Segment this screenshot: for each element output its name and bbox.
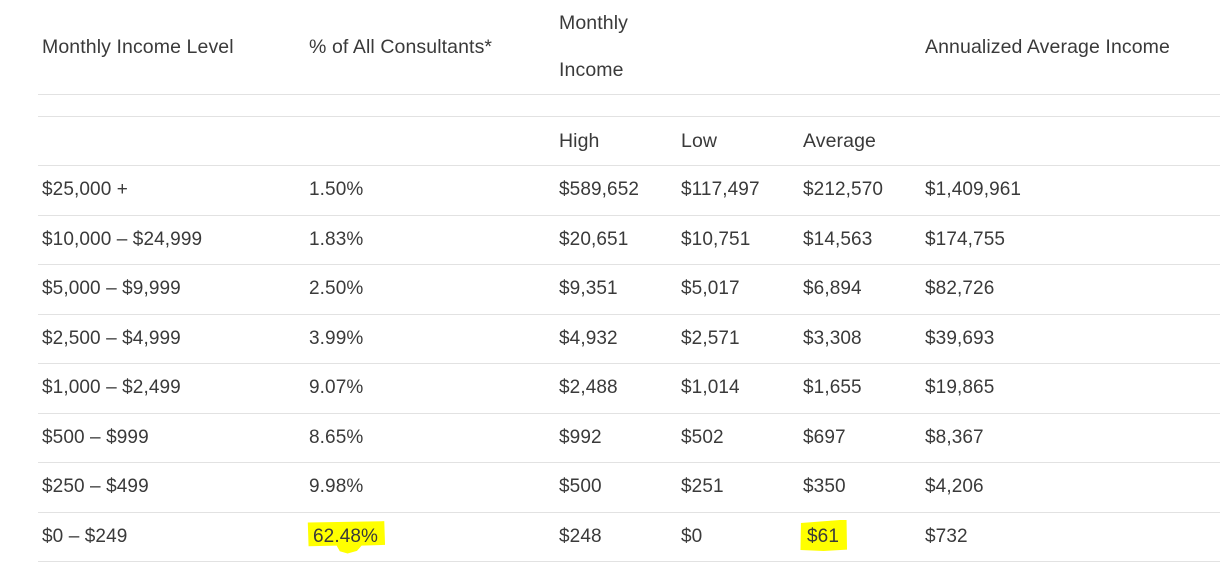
cell-annualized: $174,755 (921, 215, 1220, 265)
cell-percent: 3.99% (305, 314, 555, 364)
income-table-container: Monthly Income Level % of All Consultant… (38, 0, 1220, 562)
subheader-high: High (555, 116, 677, 166)
highlight-mark-percent: 62.48% (307, 521, 386, 554)
spacer-cell-6 (921, 94, 1220, 117)
table-row: $5,000 – $9,999 2.50% $9,351 $5,017 $6,8… (38, 264, 1220, 315)
table-row: $2,500 – $4,999 3.99% $4,932 $2,571 $3,3… (38, 314, 1220, 364)
cell-low: $502 (677, 413, 799, 463)
cell-percent: 1.83% (305, 215, 555, 265)
cell-income-level: $10,000 – $24,999 (38, 215, 305, 265)
header-monthly-income-spacer-2 (799, 0, 921, 95)
cell-low: $5,017 (677, 264, 799, 315)
table-header-row-secondary: High Low Average (38, 116, 1220, 166)
cell-annualized: $4,206 (921, 462, 1220, 513)
header-percent-of-all-consultants: % of All Consultants* (305, 0, 555, 95)
table-row: $1,000 – $2,499 9.07% $2,488 $1,014 $1,6… (38, 363, 1220, 414)
cell-high: $20,651 (555, 215, 677, 265)
cell-annualized: $19,865 (921, 363, 1220, 414)
cell-low: $251 (677, 462, 799, 513)
cell-income-level: $500 – $999 (38, 413, 305, 463)
cell-income-level: $5,000 – $9,999 (38, 264, 305, 315)
cell-annualized: $8,367 (921, 413, 1220, 463)
spacer-cell-4 (677, 94, 799, 117)
cell-percent: 2.50% (305, 264, 555, 315)
cell-low: $2,571 (677, 314, 799, 364)
cell-annualized: $82,726 (921, 264, 1220, 315)
cell-income-level: $0 – $249 (38, 512, 305, 562)
cell-average: $3,308 (799, 314, 921, 364)
cell-high: $589,652 (555, 165, 677, 216)
cell-low: $0 (677, 512, 799, 562)
spacer-cell-1 (38, 94, 305, 117)
header-monthly-income-spacer-1 (677, 0, 799, 95)
table-row: $10,000 – $24,999 1.83% $20,651 $10,751 … (38, 215, 1220, 265)
header-annualized-average-income: Annualized Average Income (921, 0, 1220, 95)
cell-average: $6,894 (799, 264, 921, 315)
cell-percent: 1.50% (305, 165, 555, 216)
cell-low: $117,497 (677, 165, 799, 216)
spacer-cell-5 (799, 94, 921, 117)
spacer-cell-2 (305, 94, 555, 117)
subheader-low: Low (677, 116, 799, 166)
cell-average-value: $61 (807, 525, 840, 547)
cell-annualized: $1,409,961 (921, 165, 1220, 216)
cell-average: $350 (799, 462, 921, 513)
table-row: $500 – $999 8.65% $992 $502 $697 $8,367 (38, 413, 1220, 463)
header-monthly-income-level: Monthly Income Level (38, 0, 305, 95)
cell-high: $4,932 (555, 314, 677, 364)
cell-average: $212,570 (799, 165, 921, 216)
cell-percent: 9.98% (305, 462, 555, 513)
subheader-blank-1 (38, 116, 305, 166)
table-spacer-row (38, 94, 1220, 117)
cell-average-highlighted: $61 (799, 512, 921, 562)
subheader-blank-3 (921, 116, 1220, 166)
cell-income-level: $250 – $499 (38, 462, 305, 513)
cell-percent-value: 62.48% (313, 525, 379, 547)
spacer-cell-3 (555, 94, 677, 117)
cell-percent-highlighted: 62.48% (305, 512, 555, 562)
cell-low: $10,751 (677, 215, 799, 265)
cell-income-level: $2,500 – $4,999 (38, 314, 305, 364)
subheader-average: Average (799, 116, 921, 166)
cell-high: $2,488 (555, 363, 677, 414)
cell-low: $1,014 (677, 363, 799, 414)
cell-income-level: $25,000 + (38, 165, 305, 216)
table-row: $25,000 + 1.50% $589,652 $117,497 $212,5… (38, 165, 1220, 216)
cell-average: $14,563 (799, 215, 921, 265)
cell-average: $697 (799, 413, 921, 463)
cell-high: $9,351 (555, 264, 677, 315)
highlight-mark-average: $61 (800, 519, 848, 551)
cell-average: $1,655 (799, 363, 921, 414)
table-row: $250 – $499 9.98% $500 $251 $350 $4,206 (38, 462, 1220, 513)
cell-annualized: $732 (921, 512, 1220, 562)
monthly-income-table: Monthly Income Level % of All Consultant… (38, 0, 1220, 562)
cell-income-level: $1,000 – $2,499 (38, 363, 305, 414)
table-header-row-primary: Monthly Income Level % of All Consultant… (38, 0, 1220, 95)
header-monthly-income: Monthly Income (555, 0, 677, 95)
cell-percent: 8.65% (305, 413, 555, 463)
cell-percent: 9.07% (305, 363, 555, 414)
cell-high: $248 (555, 512, 677, 562)
table-row: $0 – $249 62.48% $248 $0 $61 $732 (38, 512, 1220, 562)
cell-high: $992 (555, 413, 677, 463)
subheader-blank-2 (305, 116, 555, 166)
cell-high: $500 (555, 462, 677, 513)
cell-annualized: $39,693 (921, 314, 1220, 364)
